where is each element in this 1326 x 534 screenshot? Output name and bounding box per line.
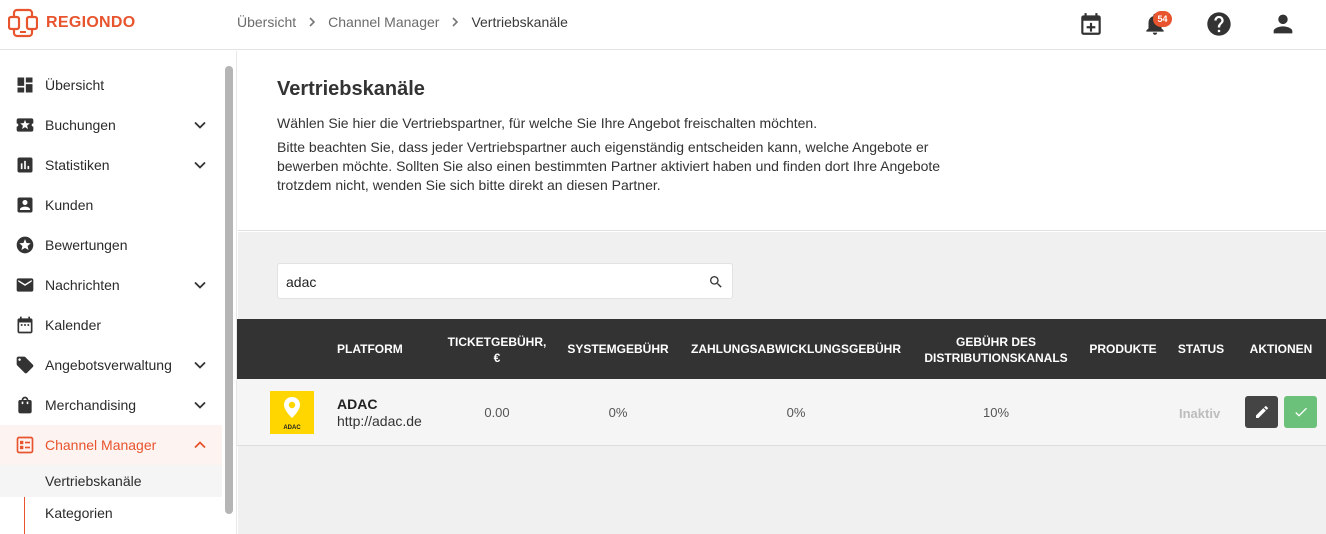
- sidebar-item-overview[interactable]: Übersicht: [0, 65, 222, 105]
- adac-logo: ADAC: [270, 391, 314, 434]
- activate-button[interactable]: [1284, 396, 1317, 428]
- sidebar-item-label: Bewertungen: [45, 237, 128, 253]
- partner-name: ADAC: [337, 396, 378, 412]
- chevron-down-icon[interactable]: [190, 115, 210, 135]
- sidebar-item-statistics[interactable]: Statistiken: [0, 145, 222, 185]
- sidebar-item-bookings[interactable]: Buchungen: [0, 105, 222, 145]
- bar-chart-icon: [15, 155, 35, 175]
- column-header-platform: PLATFORM: [337, 342, 403, 356]
- status-badge: Inaktiv: [1179, 406, 1221, 421]
- column-header-channel-fee-line1: GEBÜHR DES: [955, 335, 1036, 349]
- account-box-icon: [15, 195, 35, 215]
- breadcrumb-item-current: Vertriebskanäle: [471, 14, 568, 30]
- page-note: Bitte beachten Sie, dass jeder Vertriebs…: [277, 139, 941, 193]
- edit-button[interactable]: [1245, 396, 1278, 428]
- breadcrumb-item-channel-manager[interactable]: Channel Manager: [328, 14, 439, 30]
- search-input[interactable]: [286, 272, 686, 292]
- chevron-up-icon[interactable]: [190, 435, 210, 455]
- breadcrumb: Übersicht Channel Manager Vertriebskanäl…: [237, 14, 568, 30]
- search-icon[interactable]: [706, 272, 726, 292]
- regiondo-logo-icon: [8, 8, 38, 38]
- breadcrumb-item-overview[interactable]: Übersicht: [237, 14, 296, 30]
- column-header-actions: AKTIONEN: [1249, 342, 1313, 356]
- partner-url[interactable]: http://adac.de: [337, 413, 422, 429]
- logo-text: REGIONDO: [46, 14, 136, 31]
- top-bar: REGIONDO Übersicht Channel Manager Vertr…: [0, 0, 1326, 50]
- chevron-down-icon[interactable]: [190, 155, 210, 175]
- column-header-channel-fee: GEBÜHR DES DISTRIBUTIONSKANALS: [917, 334, 1075, 366]
- column-header-ticket-fee-line2: €: [493, 351, 501, 365]
- payment-fee-value: 0%: [786, 405, 806, 420]
- table-row: ADAC ADAC http://adac.de 0.00 0% 0% 10% …: [237, 379, 1326, 446]
- sidebar-item-label: Statistiken: [45, 157, 110, 173]
- adac-logo-text: ADAC: [283, 425, 301, 431]
- column-header-ticket-fee-line1: TICKETGEBÜHR,: [447, 335, 547, 349]
- ticket-fee-value: 0.00: [484, 405, 510, 420]
- sidebar-item-offer-management[interactable]: Angebotsverwaltung: [0, 345, 222, 385]
- shopping-bag-icon: [15, 395, 35, 415]
- sidebar-subitem-categories[interactable]: Kategorien: [0, 497, 222, 529]
- sidebar-item-label: Kunden: [45, 197, 94, 213]
- sidebar-subitem-label: Kategorien: [45, 505, 113, 521]
- sidebar-item-label: Buchungen: [45, 117, 116, 133]
- check-icon: [1294, 407, 1307, 417]
- account-icon[interactable]: [1268, 9, 1298, 39]
- ticket-star-icon: [15, 115, 35, 135]
- chevron-right-icon: [449, 16, 461, 28]
- page-title: Vertriebskanäle: [277, 78, 425, 100]
- chevron-down-icon[interactable]: [190, 355, 210, 375]
- dashboard-icon: [15, 75, 35, 95]
- chevron-right-icon: [306, 16, 318, 28]
- table-header: PLATFORM TICKETGEBÜHR, € SYSTEMGEBÜHR ZA…: [237, 319, 1326, 379]
- sidebar-item-label: Angebotsverwaltung: [45, 357, 172, 373]
- logo[interactable]: REGIONDO: [8, 8, 136, 38]
- sidebar-subitem-label: Vertriebskanäle: [45, 473, 142, 489]
- column-header-payment-fee: ZAHLUNGSABWICKLUNGSGEBÜHR: [691, 342, 901, 356]
- sidebar-scrollbar[interactable]: [225, 66, 233, 514]
- channel-fee-value: 10%: [982, 405, 1010, 420]
- tag-icon: [15, 355, 35, 375]
- page-intro: Wählen Sie hier die Vertriebspartner, fü…: [277, 115, 818, 131]
- sidebar-item-label: Kalender: [45, 317, 102, 333]
- chevron-down-icon[interactable]: [190, 395, 210, 415]
- sidebar-item-merchandising[interactable]: Merchandising: [0, 385, 222, 425]
- sidebar-item-messages[interactable]: Nachrichten: [0, 265, 222, 305]
- calendar-icon: [15, 315, 35, 335]
- pencil-icon: [1255, 405, 1268, 418]
- sidebar-item-reviews[interactable]: Bewertungen: [0, 225, 222, 265]
- sidebar-item-label: Merchandising: [45, 397, 137, 413]
- sidebar-item-label: Channel Manager: [45, 437, 157, 453]
- search-box: [277, 263, 733, 299]
- chevron-down-icon[interactable]: [190, 275, 210, 295]
- channel-manager-icon: [15, 435, 35, 455]
- calendar-plus-icon[interactable]: [1076, 9, 1106, 39]
- sidebar-item-customers[interactable]: Kunden: [0, 185, 222, 225]
- column-header-products: PRODUKTE: [1089, 342, 1157, 356]
- sidebar-item-label: Übersicht: [45, 77, 105, 93]
- sidebar-item-calendar[interactable]: Kalender: [0, 305, 222, 345]
- star-circle-icon: [15, 235, 35, 255]
- column-header-channel-fee-line2: DISTRIBUTIONSKANALS: [924, 351, 1068, 365]
- sidebar-subitem-distribution-channels[interactable]: Vertriebskanäle: [0, 465, 222, 497]
- sidebar-item-label: Nachrichten: [45, 277, 120, 293]
- help-icon[interactable]: [1204, 9, 1234, 39]
- mail-icon: [15, 275, 35, 295]
- column-header-system-fee: SYSTEMGEBÜHR: [567, 342, 669, 356]
- sidebar: Übersicht Buchungen Statistiken Kunden B…: [0, 51, 237, 534]
- column-header-status: STATUS: [1177, 342, 1225, 356]
- column-header-ticket-fee: TICKETGEBÜHR, €: [447, 334, 547, 366]
- sidebar-item-channel-manager[interactable]: Channel Manager: [0, 425, 222, 465]
- page-header-card: Vertriebskanäle Wählen Sie hier die Vert…: [238, 51, 1326, 231]
- notification-badge: 54: [1153, 11, 1172, 27]
- system-fee-value: 0%: [608, 405, 628, 420]
